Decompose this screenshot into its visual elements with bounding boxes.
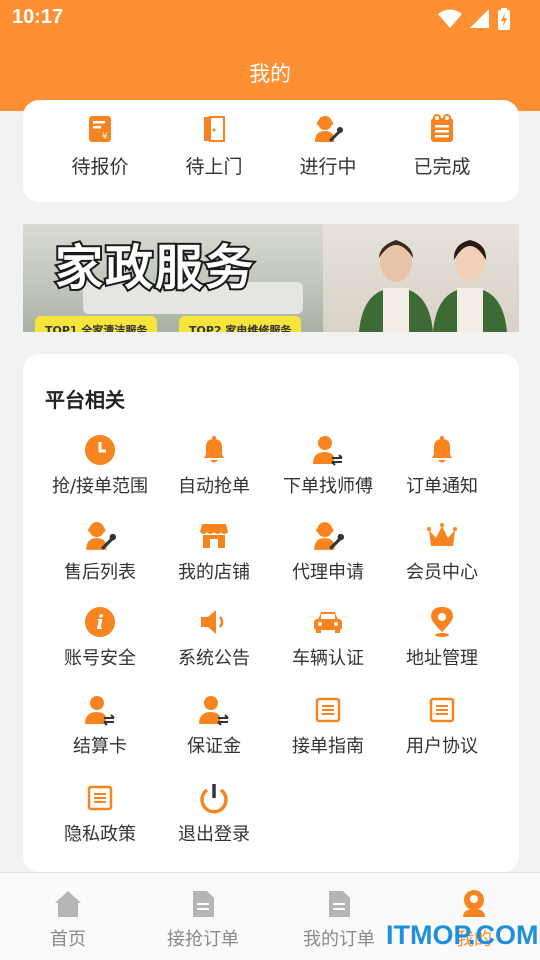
menu-item-order-range[interactable]: 抢/接单范围	[40, 434, 160, 498]
menu-item-address[interactable]: 地址管理	[382, 606, 502, 670]
menu-item-account-security[interactable]: i 账号安全	[40, 606, 160, 670]
page-title: 我的	[249, 62, 291, 86]
menu-item-announcement[interactable]: 系统公告	[154, 606, 274, 670]
document-icon	[429, 697, 455, 723]
menu-item-label: 地址管理	[406, 648, 478, 669]
location-pin-icon	[431, 607, 453, 637]
status-icons	[438, 8, 510, 30]
power-icon	[200, 784, 228, 814]
menu-item-label: 代理申请	[292, 562, 364, 583]
home-icon	[55, 891, 81, 917]
svg-text:¥: ¥	[102, 132, 108, 142]
banner-title: 家政服务	[53, 238, 256, 298]
menu-item-label: 用户协议	[406, 736, 478, 757]
user-swap-icon	[313, 436, 343, 466]
tab-label: 首页	[50, 929, 86, 950]
user-swap-icon	[199, 696, 229, 726]
signal-icon	[470, 9, 489, 28]
order-status-pending-quote[interactable]: ¥ 待报价	[43, 114, 157, 179]
wifi-icon	[438, 9, 462, 28]
speaker-icon	[201, 610, 224, 634]
banner-tag: TOP1 全家清洁服务	[35, 316, 158, 332]
quote-doc-icon: ¥	[89, 116, 111, 142]
car-icon	[314, 612, 342, 633]
worker-wrench-icon	[315, 116, 343, 143]
menu-item-label: 订单通知	[406, 476, 478, 497]
status-time: 10:17	[12, 6, 64, 28]
menu-item-label: 退出登录	[178, 824, 250, 845]
order-status-label: 待报价	[71, 156, 129, 178]
tab-grab-orders[interactable]: 接抢订单	[143, 889, 263, 951]
menu-item-auto-grab[interactable]: 自动抢单	[154, 434, 274, 498]
bell-icon	[432, 436, 452, 463]
platform-section-card: 平台相关 抢/接单范围 自动抢单 下单找师傅 订单通知 售后列表 我的店铺 代理…	[23, 354, 519, 872]
menu-item-my-shop[interactable]: 我的店铺	[154, 520, 274, 584]
order-status-label: 进行中	[299, 156, 357, 178]
menu-item-label: 售后列表	[64, 562, 136, 583]
menu-item-label: 结算卡	[73, 736, 127, 757]
menu-item-label: 我的店铺	[178, 562, 250, 583]
menu-item-find-master[interactable]: 下单找师傅	[268, 434, 388, 498]
menu-item-label: 自动抢单	[178, 476, 250, 497]
menu-item-label: 隐私政策	[64, 824, 136, 845]
worker-wrench-icon	[314, 522, 344, 550]
status-bar: 10:17	[0, 0, 540, 36]
banner-worker-image	[433, 240, 507, 332]
worker-wrench-icon	[86, 522, 116, 550]
menu-item-label: 下单找师傅	[283, 476, 373, 497]
watermark: ITMOP.COM	[386, 920, 539, 950]
menu-item-after-sales[interactable]: 售后列表	[40, 520, 160, 584]
menu-item-label: 接单指南	[292, 736, 364, 757]
menu-item-member-center[interactable]: 会员中心	[382, 520, 502, 584]
menu-item-label: 保证金	[187, 736, 241, 757]
menu-item-vehicle-verify[interactable]: 车辆认证	[268, 606, 388, 670]
file-icon	[329, 891, 350, 917]
user-icon	[463, 890, 485, 917]
promo-banner[interactable]: 家政服务 TOP1 全家清洁服务 TOP2 家电维修服务	[23, 224, 519, 332]
order-status-pending-visit[interactable]: 待上门	[157, 114, 271, 179]
shop-icon	[200, 524, 228, 548]
menu-item-settlement-card[interactable]: 结算卡	[40, 694, 160, 758]
crown-icon	[427, 523, 457, 546]
tab-label: 接抢订单	[167, 929, 239, 950]
tab-my-orders[interactable]: 我的订单	[279, 889, 399, 951]
user-swap-icon	[85, 696, 115, 726]
menu-item-order-guide[interactable]: 接单指南	[268, 694, 388, 758]
order-status-label: 已完成	[413, 156, 471, 178]
menu-item-label: 抢/接单范围	[51, 476, 149, 497]
order-status-row: ¥ 待报价 待上门 进行中 已完成	[23, 114, 519, 179]
section-heading: 平台相关	[45, 388, 125, 412]
clipboard-icon	[431, 114, 453, 142]
order-status-card: ¥ 待报价 待上门 进行中 已完成	[23, 100, 519, 202]
tab-label: 我的订单	[303, 929, 375, 950]
menu-item-label: 会员中心	[406, 562, 478, 583]
menu-item-label: 系统公告	[178, 648, 250, 669]
door-icon	[204, 116, 225, 142]
menu-item-logout[interactable]: 退出登录	[154, 782, 274, 846]
order-status-in-progress[interactable]: 进行中	[271, 114, 385, 179]
menu-item-privacy[interactable]: 隐私政策	[40, 782, 160, 846]
tab-home[interactable]: 首页	[8, 889, 128, 951]
order-status-label: 待上门	[185, 156, 243, 178]
svg-text:i: i	[96, 610, 104, 634]
info-icon: i	[85, 607, 115, 637]
menu-item-label: 车辆认证	[292, 648, 364, 669]
menu-item-deposit[interactable]: 保证金	[154, 694, 274, 758]
document-icon	[315, 697, 341, 723]
menu-item-order-notify[interactable]: 订单通知	[382, 434, 502, 498]
document-icon	[87, 785, 113, 811]
menu-item-label: 账号安全	[64, 648, 136, 669]
clock-icon	[85, 435, 115, 465]
top-app-bar: 10:17 我的	[0, 0, 540, 111]
battery-icon	[498, 8, 510, 30]
file-icon	[193, 891, 214, 917]
bell-icon	[204, 436, 224, 463]
order-status-completed[interactable]: 已完成	[385, 114, 499, 179]
menu-item-user-agreement[interactable]: 用户协议	[382, 694, 502, 758]
menu-item-agent-apply[interactable]: 代理申请	[268, 520, 388, 584]
banner-tag: TOP2 家电维修服务	[179, 316, 302, 332]
